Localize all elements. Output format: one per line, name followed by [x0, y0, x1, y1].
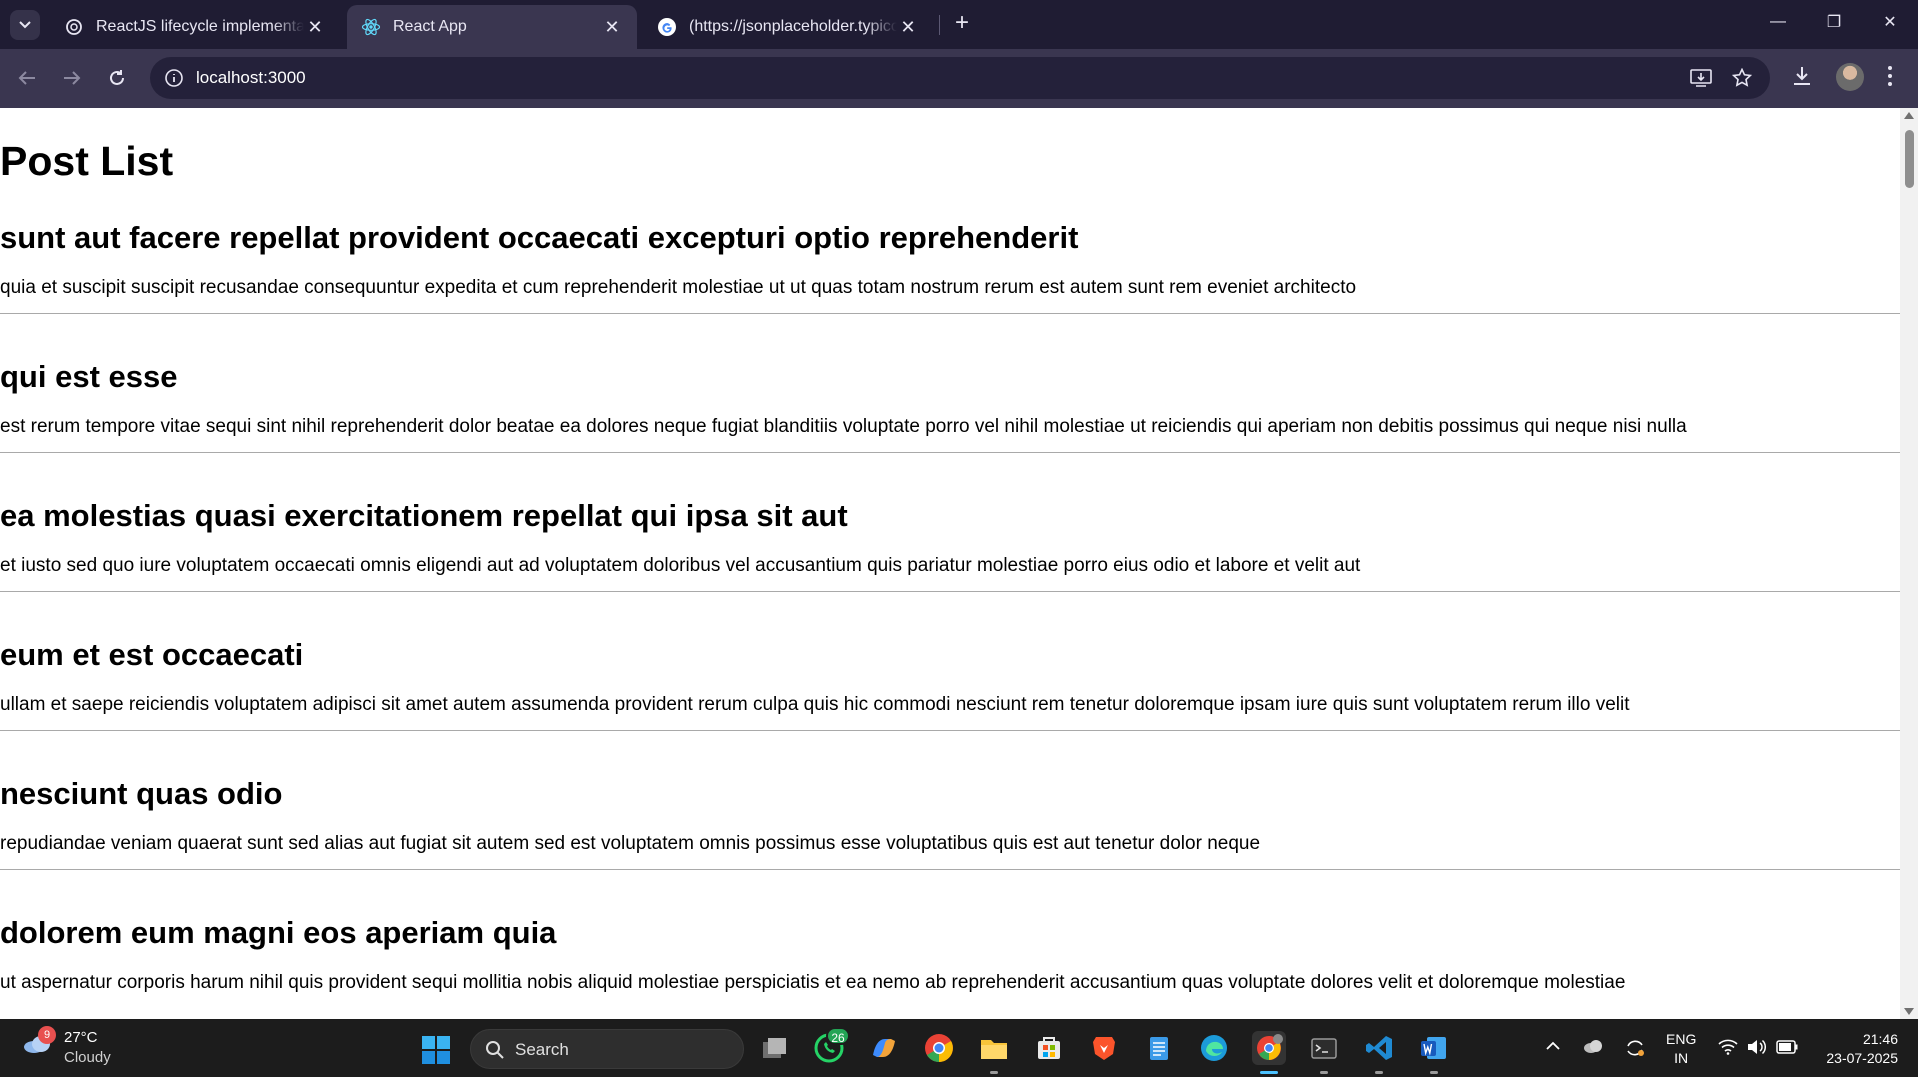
site-info-icon[interactable] — [164, 68, 184, 88]
post-divider — [0, 730, 1900, 731]
chatgpt-icon — [66, 19, 82, 35]
reload-button[interactable] — [102, 63, 132, 93]
minimize-button[interactable]: — — [1750, 0, 1806, 44]
file-explorer-icon[interactable] — [977, 1031, 1011, 1065]
browser-tab-strip: ReactJS lifecycle implementatio ✕ React … — [0, 0, 1918, 49]
screen: ReactJS lifecycle implementatio ✕ React … — [0, 0, 1918, 1077]
microsoft-store-icon[interactable] — [1032, 1031, 1066, 1065]
address-bar[interactable]: localhost:3000 — [150, 57, 1770, 99]
chevron-down-icon — [19, 21, 31, 29]
weather-badge: 9 — [38, 1026, 56, 1044]
tab-separator — [939, 15, 940, 35]
sync-icon[interactable] — [1624, 1037, 1646, 1059]
windows-start-icon[interactable] — [421, 1035, 451, 1065]
word-icon[interactable] — [1417, 1031, 1451, 1065]
tab-title: ReactJS lifecycle implementatio — [96, 18, 304, 35]
profile-avatar[interactable] — [1836, 63, 1864, 91]
app-running-indicator — [1320, 1071, 1328, 1074]
weather-widget[interactable]: 9 27°C Cloudy — [18, 1026, 138, 1070]
more-menu-icon[interactable] — [1887, 65, 1893, 87]
post-title: qui est esse — [0, 359, 178, 394]
post-divider — [0, 452, 1900, 453]
restore-button[interactable]: ❐ — [1806, 0, 1862, 44]
tab-react-app[interactable]: React App ✕ — [347, 5, 637, 49]
post-body: quia et suscipit suscipit recusandae con… — [0, 277, 1357, 298]
tab-close-icon[interactable]: ✕ — [304, 17, 326, 38]
windows-taskbar: 9 27°C Cloudy Search 26 ENG IN 21:46 23-… — [0, 1019, 1918, 1077]
tab-title: React App — [393, 18, 467, 35]
post-body: ut aspernatur corporis harum nihil quis … — [0, 972, 1626, 993]
download-icon[interactable] — [1792, 65, 1812, 87]
window-close-button[interactable]: ✕ — [1862, 0, 1918, 44]
app-running-indicator — [1375, 1071, 1383, 1074]
notepad-icon[interactable] — [1142, 1031, 1176, 1065]
tab-search-button[interactable] — [10, 10, 40, 40]
bookmark-star-icon[interactable] — [1732, 68, 1752, 88]
onedrive-icon[interactable] — [1582, 1037, 1604, 1055]
app-running-indicator — [990, 1071, 998, 1074]
post-title: ea molestias quasi exercitationem repell… — [0, 498, 848, 533]
arrow-right-icon — [64, 71, 81, 85]
clock-time: 21:46 — [1862, 1031, 1898, 1047]
chrome-icon[interactable] — [922, 1031, 956, 1065]
page-viewport: Post List sunt aut facere repellat provi… — [0, 108, 1900, 1019]
weather-temperature: 27°C — [64, 1029, 98, 1046]
reload-icon — [110, 70, 124, 85]
page-title: Post List — [0, 138, 174, 184]
post-body: ullam et saepe reiciendis voluptatem adi… — [0, 694, 1630, 715]
clock-date: 23-07-2025 — [1826, 1050, 1898, 1066]
install-app-icon[interactable] — [1690, 68, 1712, 88]
input-language[interactable]: ENG IN — [1666, 1030, 1696, 1068]
brave-icon[interactable] — [1087, 1031, 1121, 1065]
url-text: localhost:3000 — [196, 68, 306, 87]
search-label: Search — [515, 1040, 569, 1059]
browser-toolbar: localhost:3000 — [0, 49, 1918, 108]
post-title: dolorem eum magni eos aperiam quia — [0, 915, 557, 950]
vscode-icon[interactable] — [1362, 1031, 1396, 1065]
battery-icon[interactable] — [1776, 1040, 1798, 1054]
arrow-left-icon — [18, 71, 35, 85]
post-title: sunt aut facere repellat provident occae… — [0, 220, 1079, 255]
weather-condition: Cloudy — [64, 1049, 111, 1066]
scroll-up-arrow-icon[interactable] — [1904, 112, 1914, 119]
scroll-down-arrow-icon[interactable] — [1904, 1008, 1914, 1015]
tab-reactjs-lifecycle[interactable]: ReactJS lifecycle implementatio ✕ — [50, 5, 340, 49]
taskbar-search[interactable]: Search — [470, 1029, 744, 1069]
chrome-profile-icon[interactable] — [1252, 1031, 1286, 1065]
app-active-indicator — [1260, 1071, 1278, 1074]
show-hidden-icons-chevron-icon[interactable] — [1546, 1041, 1560, 1050]
volume-icon[interactable] — [1746, 1038, 1766, 1056]
new-tab-button[interactable]: + — [948, 10, 976, 38]
google-icon — [658, 18, 676, 36]
page-scrollbar[interactable] — [1900, 108, 1918, 1019]
react-logo-icon — [361, 18, 381, 36]
back-button[interactable] — [12, 63, 42, 93]
tab-jsonplaceholder[interactable]: (https://jsonplaceholder.typicod ✕ — [643, 5, 933, 49]
terminal-icon[interactable] — [1307, 1031, 1341, 1065]
post-title: nesciunt quas odio — [0, 776, 283, 811]
post-divider — [0, 313, 1900, 314]
tab-close-icon[interactable]: ✕ — [601, 17, 623, 38]
copilot-icon[interactable] — [867, 1031, 901, 1065]
post-body: est rerum tempore vitae sequi sint nihil… — [0, 416, 1687, 437]
edge-icon[interactable] — [1197, 1031, 1231, 1065]
search-icon — [486, 1041, 504, 1059]
tab-title: (https://jsonplaceholder.typicod — [689, 18, 897, 35]
post-body: et iusto sed quo iure voluptatem occaeca… — [0, 555, 1361, 576]
post-divider — [0, 869, 1900, 870]
post-body: repudiandae veniam quaerat sunt sed alia… — [0, 833, 1261, 854]
post-divider — [0, 591, 1900, 592]
post-title: eum et est occaecati — [0, 637, 304, 672]
wifi-icon[interactable] — [1718, 1039, 1738, 1055]
forward-button[interactable] — [57, 63, 87, 93]
language-region: IN — [1674, 1050, 1689, 1066]
whatsapp-badge: 26 — [826, 1027, 850, 1045]
scrollbar-thumb[interactable] — [1905, 130, 1914, 188]
taskbar-clock[interactable]: 21:46 23-07-2025 — [1818, 1030, 1898, 1068]
app-running-indicator — [1430, 1071, 1438, 1074]
language-code: ENG — [1666, 1031, 1697, 1047]
tab-close-icon[interactable]: ✕ — [897, 17, 919, 38]
task-view-icon[interactable] — [757, 1031, 791, 1065]
